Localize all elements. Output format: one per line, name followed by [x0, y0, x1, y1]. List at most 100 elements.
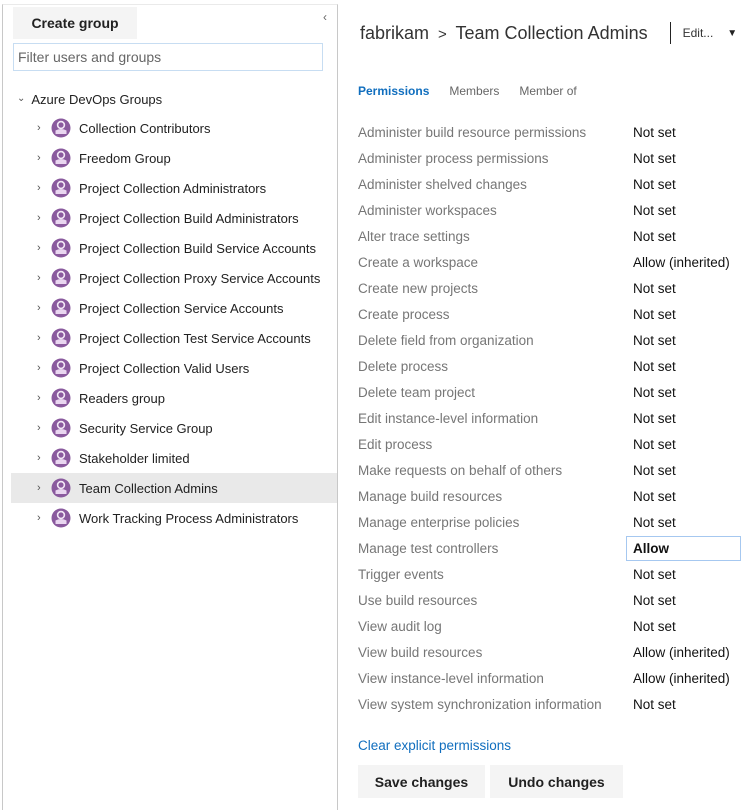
- permission-value[interactable]: Not set: [633, 307, 676, 322]
- group-icon: [51, 328, 71, 348]
- chevron-right-icon[interactable]: ›: [37, 422, 49, 434]
- chevron-right-icon[interactable]: ›: [37, 362, 49, 374]
- permission-value[interactable]: Not set: [633, 203, 676, 218]
- permission-value[interactable]: Not set: [633, 151, 676, 166]
- permission-row: Create process Not set: [358, 301, 756, 327]
- group-tree-item[interactable]: › Project Collection Build Service Accoun…: [11, 233, 337, 263]
- chevron-right-icon[interactable]: ›: [37, 272, 49, 284]
- permission-value[interactable]: Not set: [633, 567, 676, 582]
- chevron-right-icon[interactable]: ›: [37, 452, 49, 464]
- permission-value[interactable]: Allow (inherited): [633, 645, 730, 660]
- group-tree-item[interactable]: › Project Collection Valid Users: [11, 353, 337, 383]
- save-changes-button[interactable]: Save changes: [358, 765, 485, 798]
- chevron-down-icon[interactable]: ⌄: [17, 93, 25, 104]
- permission-row: Administer shelved changes Not set: [358, 171, 756, 197]
- tree-root-label: Azure DevOps Groups: [31, 91, 163, 107]
- clear-explicit-permissions-link[interactable]: Clear explicit permissions: [358, 738, 511, 753]
- chevron-right-icon[interactable]: ›: [37, 512, 49, 524]
- permission-name: Trigger events: [358, 566, 444, 582]
- permission-value[interactable]: Not set: [633, 125, 676, 140]
- group-tree-item[interactable]: › Freedom Group: [11, 143, 337, 173]
- group-tree-item[interactable]: › Project Collection Service Accounts: [11, 293, 337, 323]
- permission-name: Manage build resources: [358, 488, 503, 504]
- tree-root-azure-devops-groups[interactable]: ⌄ Azure DevOps Groups: [17, 89, 162, 109]
- permission-row: Administer workspaces Not set: [358, 197, 756, 223]
- group-tree: › Collection Contributors › Freedom Group › P…: [11, 113, 337, 533]
- permission-value[interactable]: Not set: [633, 437, 676, 452]
- group-tree-item[interactable]: › Team Collection Admins: [11, 473, 337, 503]
- permission-name: Administer build resource permissions: [358, 124, 587, 140]
- group-tree-item[interactable]: › Readers group: [11, 383, 337, 413]
- tab-bar: Permissions Members Member of: [358, 84, 597, 98]
- tab-permissions[interactable]: Permissions: [358, 84, 429, 98]
- tab-member-of[interactable]: Member of: [519, 84, 576, 98]
- permission-row: Make requests on behalf of others Not set: [358, 457, 756, 483]
- header-divider: [669, 22, 671, 44]
- group-tree-item[interactable]: › Project Collection Proxy Service Accoun…: [11, 263, 337, 293]
- breadcrumb-org[interactable]: fabrikam: [360, 23, 429, 43]
- group-label: Work Tracking Process Administrators: [79, 510, 299, 526]
- permission-row: Delete team project Not set: [358, 379, 756, 405]
- group-icon: [51, 508, 71, 528]
- permission-row: Delete field from organization Not set: [358, 327, 756, 353]
- filter-users-groups-input[interactable]: [13, 43, 323, 71]
- permission-value[interactable]: Not set: [633, 515, 676, 530]
- chevron-right-icon[interactable]: ›: [37, 152, 49, 164]
- permission-row: Administer process permissions Not set: [358, 145, 756, 171]
- permission-row: Create a workspace Allow (inherited): [358, 249, 756, 275]
- group-label: Project Collection Proxy Service Account…: [79, 270, 321, 286]
- permission-value[interactable]: Not set: [633, 359, 676, 374]
- permission-value[interactable]: Not set: [633, 697, 676, 712]
- permission-value[interactable]: Not set: [633, 333, 676, 348]
- group-tree-item[interactable]: › Project Collection Build Administrators: [11, 203, 337, 233]
- permission-value[interactable]: Not set: [633, 281, 676, 296]
- permission-row: Edit process Not set: [358, 431, 756, 457]
- permission-name: Manage enterprise policies: [358, 514, 520, 530]
- chevron-right-icon[interactable]: ›: [37, 242, 49, 254]
- group-tree-item[interactable]: › Stakeholder limited: [11, 443, 337, 473]
- group-tree-item[interactable]: › Project Collection Test Service Account…: [11, 323, 337, 353]
- permission-name: Manage test controllers: [358, 540, 499, 556]
- chevron-right-icon[interactable]: ›: [37, 302, 49, 314]
- permission-value[interactable]: Not set: [633, 411, 676, 426]
- group-label: Readers group: [79, 390, 165, 406]
- permission-value[interactable]: Not set: [633, 463, 676, 478]
- permission-value[interactable]: Allow (inherited): [633, 671, 730, 686]
- permission-value[interactable]: Not set: [633, 385, 676, 400]
- create-group-button[interactable]: Create group: [13, 7, 137, 39]
- permission-value[interactable]: Not set: [633, 489, 676, 504]
- permission-row: Edit instance-level information Not set: [358, 405, 756, 431]
- group-tree-item[interactable]: › Project Collection Administrators: [11, 173, 337, 203]
- group-icon: [51, 178, 71, 198]
- chevron-right-icon[interactable]: ›: [37, 332, 49, 344]
- edit-label: Edit...: [682, 26, 714, 40]
- chevron-right-icon[interactable]: ›: [37, 482, 49, 494]
- group-label: Project Collection Build Service Account…: [79, 240, 317, 256]
- chevron-left-icon[interactable]: ‹: [323, 10, 327, 24]
- chevron-right-icon[interactable]: ›: [37, 122, 49, 134]
- permission-row: Alter trace settings Not set: [358, 223, 756, 249]
- permission-value-select[interactable]: Allow: [626, 536, 741, 561]
- permission-value[interactable]: Not set: [633, 593, 676, 608]
- group-label: Collection Contributors: [79, 120, 211, 136]
- permission-value[interactable]: Not set: [633, 177, 676, 192]
- permission-value[interactable]: Not set: [633, 229, 676, 244]
- permission-name: Delete process: [358, 358, 449, 374]
- chevron-right-icon[interactable]: ›: [37, 182, 49, 194]
- chevron-right-icon[interactable]: ›: [37, 212, 49, 224]
- permission-value[interactable]: Not set: [633, 619, 676, 634]
- group-tree-item[interactable]: › Collection Contributors: [11, 113, 337, 143]
- group-tree-item[interactable]: › Work Tracking Process Administrators: [11, 503, 337, 533]
- permission-row: Use build resources Not set: [358, 587, 756, 613]
- chevron-right-icon[interactable]: ›: [37, 392, 49, 404]
- group-icon: [51, 478, 71, 498]
- group-icon: [51, 358, 71, 378]
- permission-row: Administer build resource permissions Not…: [358, 119, 756, 145]
- group-label: Project Collection Test Service Accounts: [79, 330, 311, 346]
- edit-menu-button[interactable]: Edit... ▼: [683, 26, 738, 40]
- group-icon: [51, 418, 71, 438]
- tab-members[interactable]: Members: [449, 84, 499, 98]
- permission-value[interactable]: Allow (inherited): [633, 255, 730, 270]
- group-tree-item[interactable]: › Security Service Group: [11, 413, 337, 443]
- undo-changes-button[interactable]: Undo changes: [490, 765, 623, 798]
